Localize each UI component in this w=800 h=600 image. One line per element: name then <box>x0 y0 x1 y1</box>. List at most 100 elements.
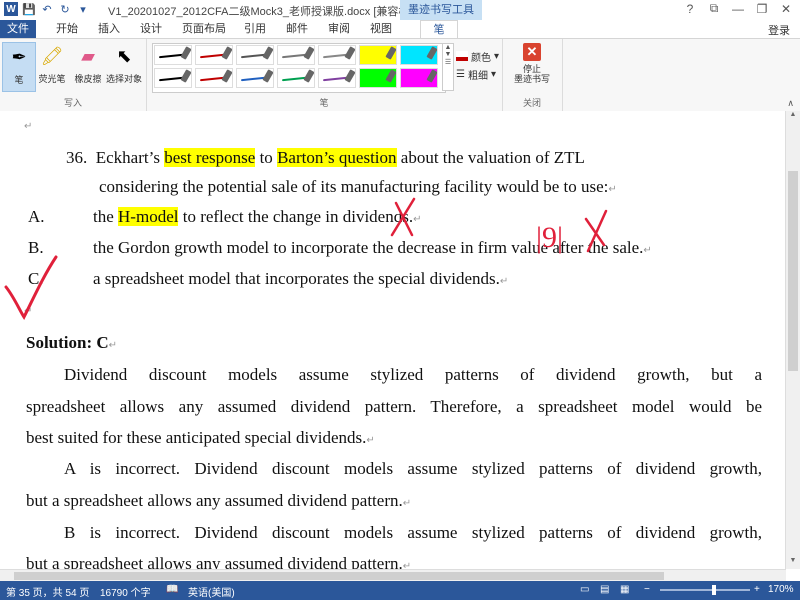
pen-icon: ✒ <box>11 46 27 67</box>
pen-swatch-9[interactable] <box>236 68 274 88</box>
highlighter-icon: 🖍 <box>40 45 64 66</box>
pen-swatch-13[interactable] <box>400 68 438 88</box>
close-icon[interactable]: ✕ <box>778 2 794 16</box>
pen-swatch-3[interactable] <box>277 45 315 65</box>
tab-references[interactable]: 引用 <box>238 20 272 38</box>
collapse-ribbon-icon[interactable]: ∧ <box>787 98 794 109</box>
gallery-more-icon[interactable]: ▲ ▼ ☰ <box>442 43 454 91</box>
pen-nib-icon <box>221 69 232 83</box>
pen-swatch-11[interactable] <box>318 68 356 88</box>
vertical-scrollbar[interactable]: ▲ ▼ <box>785 111 800 569</box>
proofing-icon[interactable]: 📖 <box>166 584 178 595</box>
stop-inking-button[interactable]: ✕ 停止 墨迹书写 <box>510 43 554 91</box>
pen-color-icon <box>456 51 468 61</box>
tab-insert[interactable]: 插入 <box>92 20 126 38</box>
horizontal-scroll-thumb[interactable] <box>14 572 664 580</box>
pen-swatch-4[interactable] <box>318 45 356 65</box>
zoom-in-icon[interactable]: + <box>754 584 760 595</box>
pen-group-label: 笔 <box>319 98 329 108</box>
ink-annotations: |9| <box>4 197 608 320</box>
pen-color-dropdown[interactable]: 颜色 ▾ <box>456 47 499 65</box>
ribbon: ✒ 笔 🖍 荧光笔 ▰ 橡皮擦 ⬉ 选择对象 写入 ▲ ▼ ☰ 颜色 ▾ ☰ 粗细 ▾ <box>0 38 800 112</box>
pen-swatch-2[interactable] <box>236 45 274 65</box>
word-app-icon: W <box>4 2 18 16</box>
web-layout-icon[interactable]: ▦ <box>620 584 629 595</box>
pen-swatch-1[interactable] <box>195 45 233 65</box>
tab-view[interactable]: 视图 <box>364 20 398 38</box>
pen-swatch-0[interactable] <box>154 45 192 65</box>
save-icon[interactable]: 💾 <box>22 2 36 16</box>
pen-thickness-dropdown[interactable]: ☰ 粗细 ▾ <box>456 65 499 83</box>
pen-tool-button[interactable]: ✒ 笔 <box>2 42 36 92</box>
scroll-down-icon[interactable]: ▼ <box>786 557 800 569</box>
pen-nib-icon <box>262 69 273 83</box>
help-icon[interactable]: ? <box>682 2 698 16</box>
close-group-label: 关闭 <box>522 98 541 108</box>
tab-review[interactable]: 审阅 <box>322 20 356 38</box>
ribbon-tabs: 文件 开始 插入 设计 页面布局 引用 邮件 审阅 视图 笔 登录 <box>0 20 800 39</box>
pen-nib-icon <box>180 46 191 60</box>
word-count[interactable]: 16790 个字 <box>100 584 151 599</box>
status-bar: 第 35 页，共 54 页 16790 个字 📖 英语(美国) ▭ ▤ ▦ − … <box>0 581 800 600</box>
page-count[interactable]: 第 35 页，共 54 页 <box>6 584 89 599</box>
quick-access-toolbar: W 💾 ↶ ↻ ▾ <box>4 2 90 16</box>
highlighter-tool-button[interactable]: 🖍 荧光笔 <box>36 42 68 90</box>
pen-swatch-8[interactable] <box>195 68 233 88</box>
pen-swatch-5[interactable] <box>359 45 397 65</box>
title-bar: W 💾 ↶ ↻ ▾ V1_20201027_2012CFA二级Mock3_老师授… <box>0 0 800 21</box>
ink-cross-a <box>390 197 416 237</box>
scroll-up-icon[interactable]: ▲ <box>786 111 800 123</box>
pen-nib-icon <box>303 46 314 60</box>
select-object-icon: ⬉ <box>116 45 132 66</box>
pen-nib-icon <box>180 69 191 83</box>
window-title: V1_20201027_2012CFA二级Mock3_老师授课版.docx [兼… <box>108 6 419 18</box>
restore-icon[interactable]: ❐ <box>754 2 770 16</box>
tab-design[interactable]: 设计 <box>134 20 168 38</box>
write-group-label: 写入 <box>63 98 82 108</box>
tab-mailings[interactable]: 邮件 <box>280 20 314 38</box>
pen-swatch-10[interactable] <box>277 68 315 88</box>
pen-nib-icon <box>426 46 437 60</box>
pen-nib-icon <box>426 69 437 83</box>
zoom-slider[interactable] <box>660 585 750 595</box>
select-object-button[interactable]: ⬉ 选择对象 <box>106 42 142 90</box>
ink-cross-b <box>584 209 608 253</box>
read-mode-icon[interactable]: ▭ <box>580 584 589 595</box>
login-link[interactable]: 登录 <box>768 22 790 38</box>
eraser-tool-button[interactable]: ▰ 橡皮擦 <box>72 42 104 90</box>
print-layout-icon[interactable]: ▤ <box>600 584 609 595</box>
pen-gallery <box>152 43 446 93</box>
tab-home[interactable]: 开始 <box>50 20 84 38</box>
qat-more-icon[interactable]: ▾ <box>76 2 90 16</box>
redo-icon[interactable]: ↻ <box>58 2 72 16</box>
pen-nib-icon <box>385 46 396 60</box>
ink-checkmark <box>4 255 58 320</box>
pen-nib-icon <box>262 46 273 60</box>
zoom-slider-knob[interactable] <box>712 585 716 595</box>
pen-group: ▲ ▼ ☰ 颜色 ▾ ☰ 粗细 ▾ 笔 <box>146 39 503 111</box>
document-canvas[interactable]: ↵ 36. Eckhart’s best response to Barton’… <box>0 111 786 569</box>
close-group: ✕ 停止 墨迹书写 关闭 <box>502 39 563 111</box>
undo-icon[interactable]: ↶ <box>40 2 54 16</box>
tab-file[interactable]: 文件 <box>0 20 36 38</box>
tab-page-layout[interactable]: 页面布局 <box>176 20 232 38</box>
thickness-icon: ☰ <box>456 68 465 80</box>
vertical-scroll-thumb[interactable] <box>788 171 798 371</box>
ribbon-display-icon[interactable]: ⧉ <box>706 1 722 16</box>
pen-options: 颜色 ▾ ☰ 粗细 ▾ <box>456 47 499 83</box>
tab-pens[interactable]: 笔 <box>420 20 458 39</box>
zoom-level[interactable]: 170% <box>768 584 794 595</box>
minimize-icon[interactable]: — <box>730 2 746 16</box>
language-indicator[interactable]: 英语(美国) <box>188 584 235 599</box>
pen-nib-icon <box>303 69 314 83</box>
pen-nib-icon <box>344 69 355 83</box>
stop-inking-icon: ✕ <box>523 43 541 61</box>
pen-nib-icon <box>221 46 232 60</box>
write-group: ✒ 笔 🖍 荧光笔 ▰ 橡皮擦 ⬉ 选择对象 写入 <box>0 39 147 111</box>
pen-nib-icon <box>385 69 396 83</box>
pen-swatch-7[interactable] <box>154 68 192 88</box>
pen-swatch-6[interactable] <box>400 45 438 65</box>
pen-swatch-12[interactable] <box>359 68 397 88</box>
ink-handwritten-note: |9| <box>536 221 563 254</box>
zoom-out-icon[interactable]: − <box>644 584 650 595</box>
